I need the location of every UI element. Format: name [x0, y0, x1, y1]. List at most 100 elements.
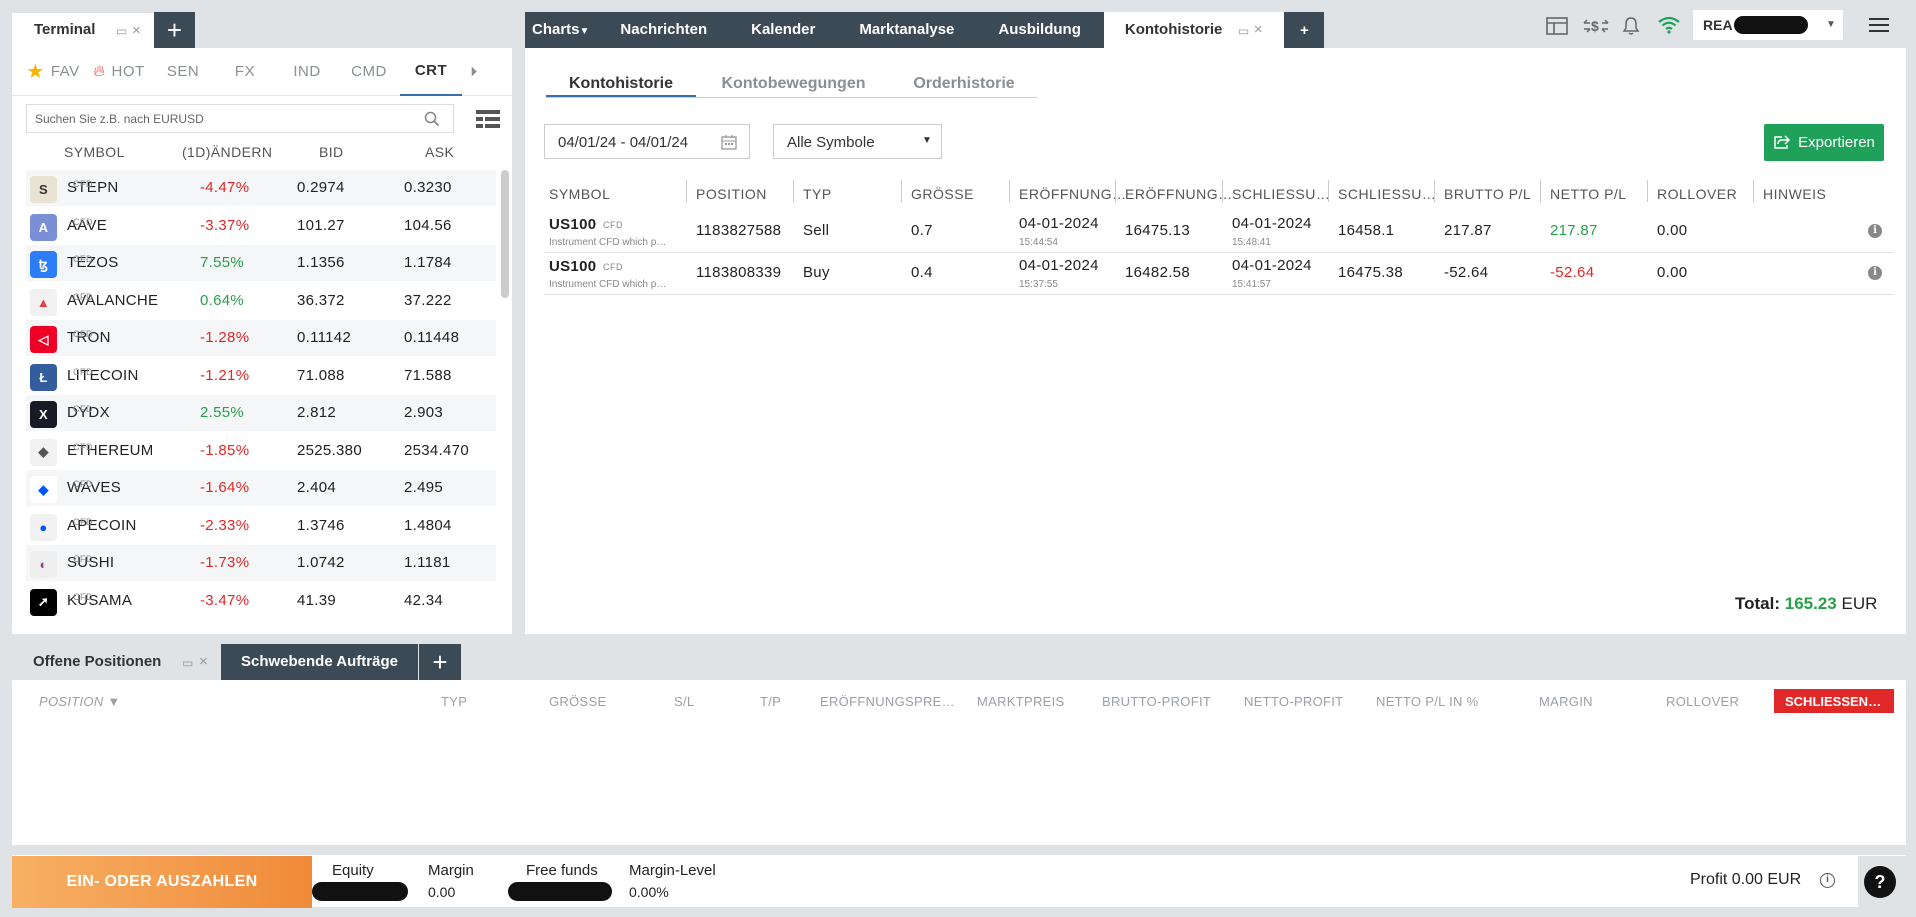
column-header[interactable]: SYMBOL — [549, 186, 610, 202]
bid-value[interactable]: 2.812 — [297, 404, 336, 421]
bid-value[interactable]: 1.1356 — [297, 254, 345, 271]
ask-value[interactable]: 2.495 — [404, 479, 443, 496]
list-item[interactable]: ꜩ TEZOS CFD 7.55% 1.1356 1.1784 — [26, 245, 496, 282]
transfer-icon[interactable]: $ — [1583, 16, 1609, 36]
search-input[interactable]: Suchen Sie z.B. nach EURUSD — [26, 104, 454, 133]
account-selector[interactable]: REA ▼ — [1693, 10, 1843, 40]
column-header[interactable]: GRÖSSE — [911, 186, 974, 202]
column-header[interactable]: SCHLIESSU… — [1338, 186, 1436, 202]
column-header[interactable]: HINWEIS — [1763, 186, 1826, 202]
date-range-input[interactable]: 04/01/24 - 04/01/24 — [544, 124, 750, 159]
tab-fx[interactable]: FX — [214, 48, 276, 96]
column-header[interactable]: MARGIN — [1539, 694, 1593, 709]
close-icon[interactable]: × — [1254, 21, 1263, 38]
list-item[interactable]: S STEPN CFD -4.47% 0.2974 0.3230 — [26, 170, 496, 207]
tab-offene-positionen[interactable]: Offene Positionen ▭ × — [12, 644, 221, 680]
add-nav-tab-button[interactable]: + — [1284, 12, 1325, 48]
ask-value[interactable]: 37.222 — [404, 292, 452, 309]
list-item[interactable]: ◁ TRON CFD -1.28% 0.11142 0.11448 — [26, 320, 496, 357]
column-divider[interactable] — [1115, 180, 1116, 202]
layout-icon[interactable] — [1546, 17, 1568, 35]
tab-terminal[interactable]: Terminal ▭ × — [12, 13, 154, 48]
column-header[interactable]: SCHLIESSU… — [1232, 186, 1330, 202]
maximize-icon[interactable]: ▭ — [116, 24, 127, 38]
nav-nachrichten[interactable]: Nachrichten — [599, 12, 730, 48]
list-item[interactable]: ▲ AVALANCHE CFD 0.64% 36.372 37.222 — [26, 282, 496, 320]
column-header[interactable]: S/L — [674, 694, 694, 709]
bid-value[interactable]: 41.39 — [297, 592, 336, 609]
column-header[interactable]: ROLLOVER — [1666, 694, 1739, 709]
info-icon[interactable]: i — [1868, 266, 1882, 280]
tab-orderhistorie[interactable]: Orderhistorie — [891, 70, 1037, 97]
add-terminal-tab-button[interactable]: + — [154, 12, 195, 48]
list-item[interactable]: ● APECOIN CFD -2.33% 1.3746 1.4804 — [26, 507, 496, 545]
bid-value[interactable]: 2525.380 — [297, 442, 362, 459]
close-icon[interactable]: × — [132, 22, 141, 39]
tab-kontobewegungen[interactable]: Kontobewegungen — [696, 70, 891, 97]
column-header[interactable]: NETTO-PROFIT — [1244, 694, 1343, 709]
hamburger-menu-icon[interactable] — [1869, 17, 1889, 33]
list-item[interactable]: Ł LITECOIN CFD -1.21% 71.088 71.588 — [26, 357, 496, 395]
column-header[interactable]: BRUTTO-PROFIT — [1102, 694, 1211, 709]
ask-value[interactable]: 42.34 — [404, 592, 443, 609]
tab-cmd[interactable]: CMD — [338, 48, 400, 96]
column-divider[interactable] — [686, 180, 687, 202]
deposit-withdraw-button[interactable]: EIN- ODER AUSZAHLEN — [12, 856, 312, 908]
column-header[interactable]: ERÖFFNUNGSPRE… — [820, 694, 955, 709]
bid-value[interactable]: 0.11142 — [297, 329, 351, 346]
maximize-icon[interactable]: ▭ — [1238, 24, 1249, 38]
column-header[interactable]: POSITION — [696, 186, 767, 202]
nav-kalender[interactable]: Kalender — [730, 12, 838, 48]
maximize-icon[interactable]: ▭ — [182, 656, 193, 670]
scroll-right-icon[interactable]: ⏵ — [462, 48, 486, 96]
column-divider[interactable] — [793, 180, 794, 202]
column-header[interactable]: NETTO P/L IN % — [1376, 694, 1478, 709]
symbol-filter-select[interactable]: Alle Symbole ▼ — [773, 124, 942, 159]
list-item[interactable]: ◆ ETHEREUM CFD -1.85% 2525.380 2534.470 — [26, 432, 496, 470]
tab-kontohistorie[interactable]: Kontohistorie — [546, 70, 696, 97]
column-header[interactable]: GRÖSSE — [549, 694, 606, 709]
column-header[interactable]: ROLLOVER — [1657, 186, 1737, 202]
bid-value[interactable]: 0.2974 — [297, 179, 345, 196]
close-all-button[interactable]: SCHLIESSEN… — [1774, 689, 1894, 713]
column-header[interactable]: NETTO P/L — [1550, 186, 1627, 202]
column-header[interactable]: MARKTPREIS — [977, 694, 1065, 709]
search-icon[interactable] — [424, 111, 440, 127]
bid-value[interactable]: 71.088 — [297, 367, 345, 384]
column-divider[interactable] — [901, 180, 902, 202]
ask-value[interactable]: 104.56 — [404, 217, 452, 234]
bid-value[interactable]: 2.404 — [297, 479, 336, 496]
column-header[interactable]: TYP — [441, 694, 467, 709]
export-button[interactable]: Exportieren — [1764, 124, 1884, 161]
column-divider[interactable] — [1647, 180, 1648, 202]
nav-kontohistorie[interactable]: Kontohistorie ▭ × — [1103, 12, 1285, 48]
nav-ausbildung[interactable]: Ausbildung — [977, 12, 1104, 48]
column-header[interactable]: ERÖFFNUNG… — [1019, 186, 1127, 202]
close-icon[interactable]: × — [199, 653, 208, 670]
list-item[interactable]: ◐ SUSHI CFD -1.73% 1.0742 1.1181 — [26, 545, 496, 582]
grid-view-icon[interactable] — [476, 110, 500, 128]
help-icon[interactable]: ? — [1864, 866, 1896, 898]
tab-hot[interactable]: 🔥︎ HOT — [86, 48, 152, 96]
ask-value[interactable]: 1.1784 — [404, 254, 452, 271]
list-item[interactable]: X DYDX CFD 2.55% 2.812 2.903 — [26, 395, 496, 432]
column-header[interactable]: T/P — [760, 694, 781, 709]
tab-crt[interactable]: CRT — [400, 48, 462, 96]
nav-marktanalyse[interactable]: Marktanalyse — [838, 12, 977, 48]
list-item[interactable]: ➚ KUSAMA CFD -3.47% 41.39 42.34 — [26, 582, 496, 620]
ask-value[interactable]: 1.1181 — [404, 554, 451, 571]
list-item[interactable]: A AAVE CFD -3.37% 101.27 104.56 — [26, 207, 496, 245]
column-divider[interactable] — [1753, 180, 1754, 202]
bell-icon[interactable] — [1622, 16, 1640, 36]
bid-value[interactable]: 1.0742 — [297, 554, 345, 571]
column-header[interactable]: TYP — [803, 186, 832, 202]
column-divider[interactable] — [1328, 180, 1329, 202]
bid-value[interactable]: 36.372 — [297, 292, 345, 309]
tab-schwebende-auftraege[interactable]: Schwebende Aufträge — [221, 644, 418, 680]
list-item[interactable]: ◆ WAVES CFD -1.64% 2.404 2.495 — [26, 470, 496, 507]
column-header[interactable]: ERÖFFNUNG… — [1125, 186, 1233, 202]
info-icon[interactable]: i — [1868, 224, 1882, 238]
tab-ind[interactable]: IND — [276, 48, 338, 96]
bid-value[interactable]: 101.27 — [297, 217, 345, 234]
ask-value[interactable]: 2534.470 — [404, 442, 469, 459]
